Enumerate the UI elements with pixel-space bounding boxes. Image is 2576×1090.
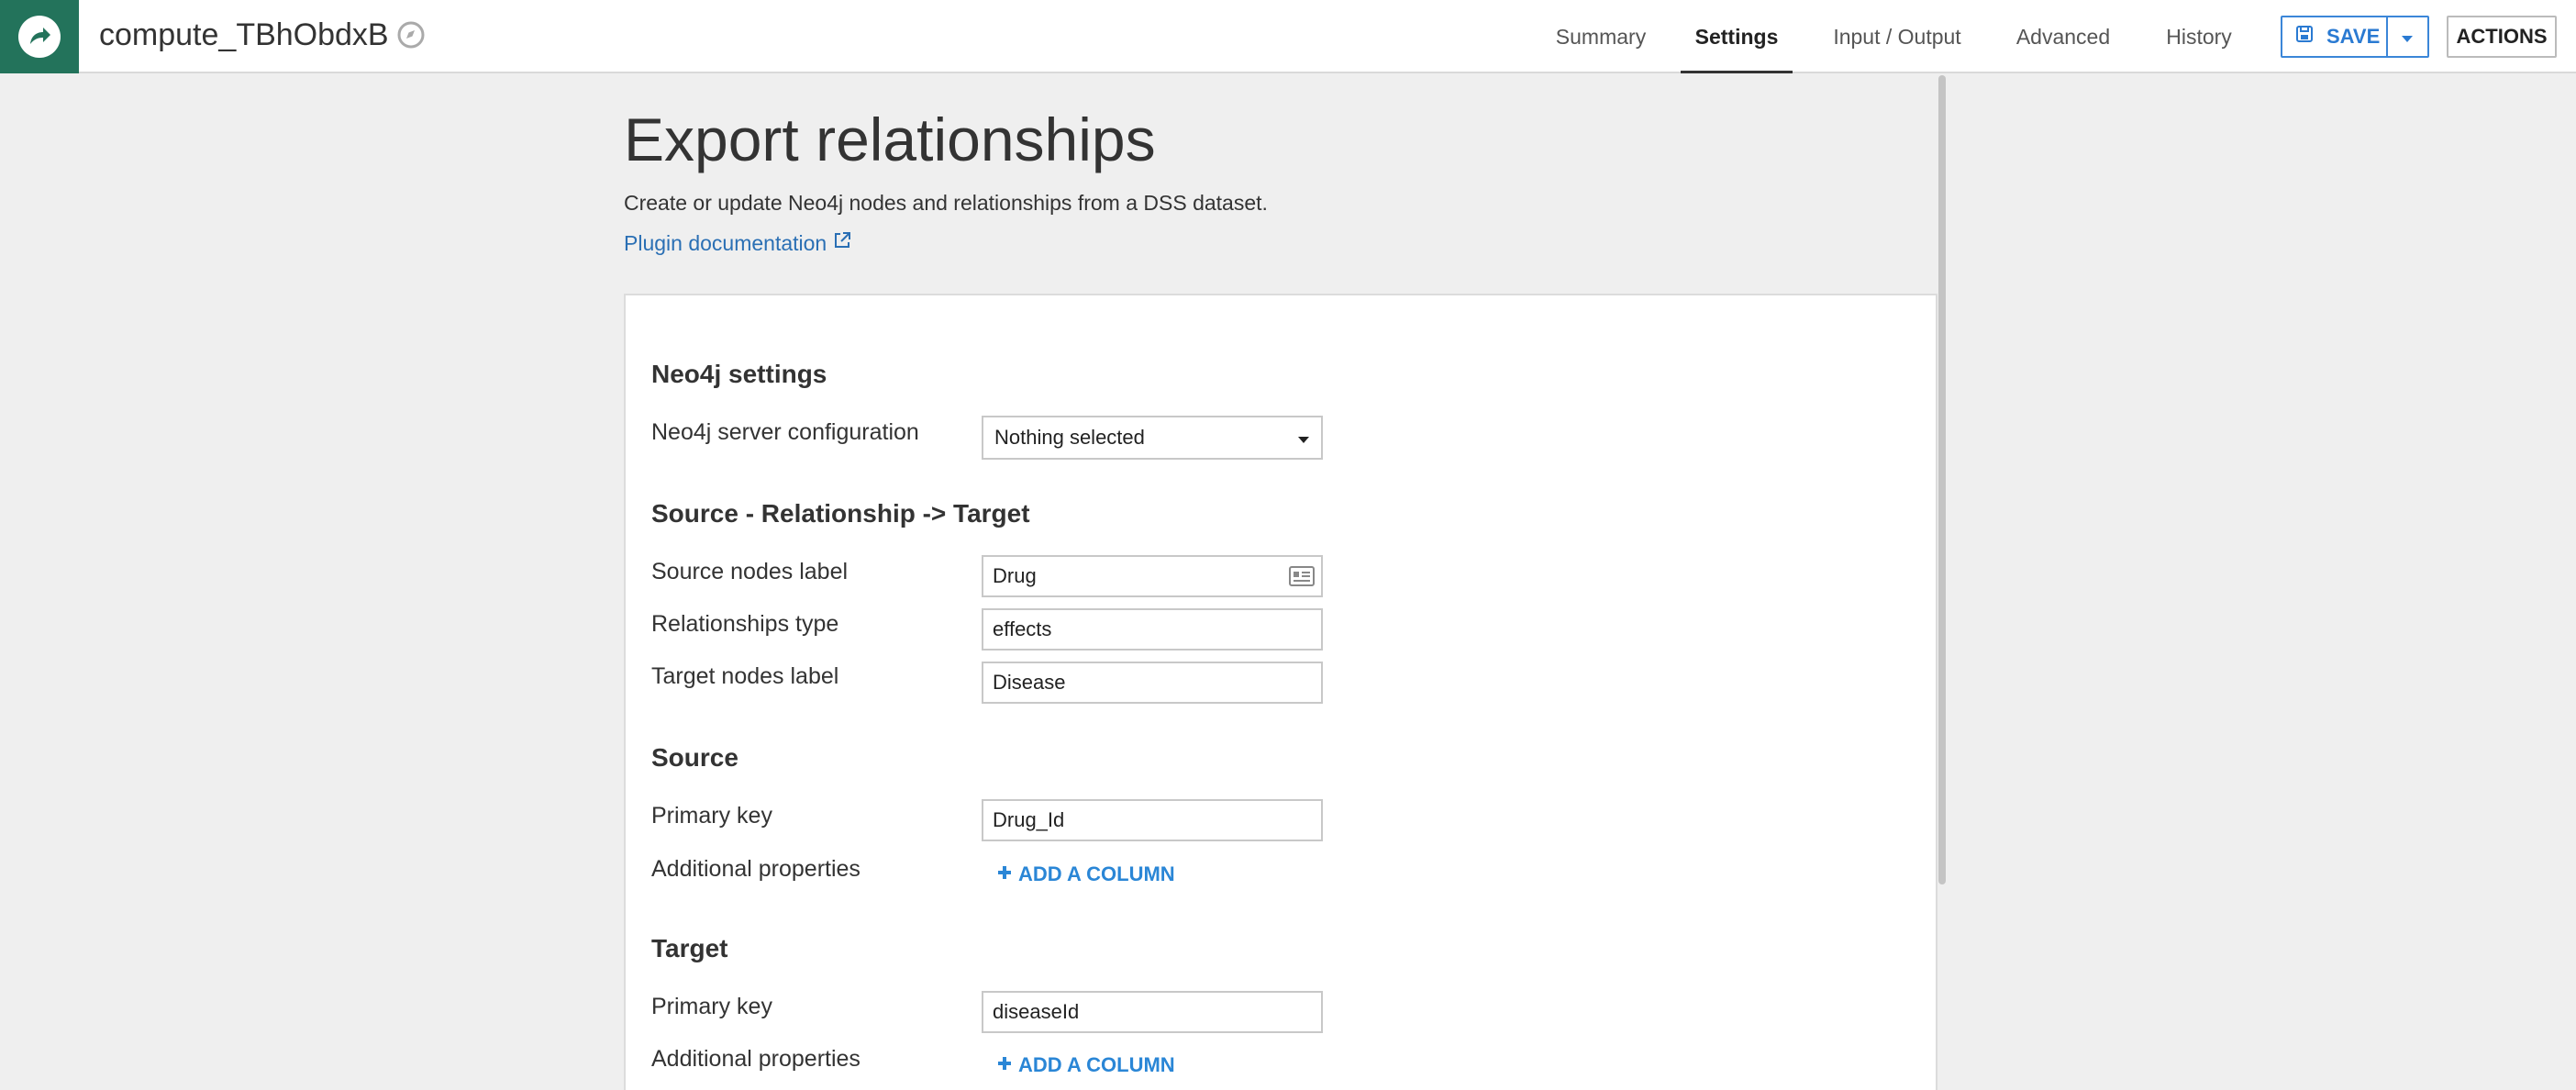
caret-down-icon	[2401, 25, 2414, 49]
section-title-relationship: Source - Relationship -> Target	[651, 499, 1030, 528]
target-primary-key-input[interactable]	[982, 991, 1323, 1033]
source-additional-properties-label: Additional properties	[651, 856, 861, 882]
section-title-neo4j: Neo4j settings	[651, 360, 827, 388]
save-label: SAVE	[2326, 25, 2381, 48]
tab-history[interactable]: History	[2158, 0, 2240, 73]
target-primary-key-label: Primary key	[651, 994, 772, 1019]
source-primary-key-input[interactable]	[982, 799, 1323, 841]
share-arrow-icon	[18, 16, 61, 58]
plus-icon	[996, 1051, 1013, 1079]
relationships-type-label: Relationships type	[651, 611, 839, 637]
actions-button[interactable]: ACTIONS	[2447, 16, 2557, 58]
plugin-documentation-link[interactable]: Plugin documentation	[624, 229, 852, 257]
target-nodes-input[interactable]	[982, 662, 1323, 704]
add-column-label: ADD A COLUMN	[1018, 1053, 1175, 1076]
contact-card-icon[interactable]	[1289, 566, 1315, 586]
source-nodes-input[interactable]	[982, 555, 1323, 597]
compass-icon[interactable]	[396, 20, 426, 50]
plus-icon	[996, 861, 1013, 888]
neo4j-server-value: Nothing selected	[994, 426, 1145, 449]
scrollbar[interactable]	[1938, 75, 1946, 884]
source-nodes-label: Source nodes label	[651, 559, 849, 584]
section-title-source: Source	[651, 743, 738, 772]
doc-link-label: Plugin documentation	[624, 231, 827, 255]
tab-input-output[interactable]: Input / Output	[1824, 0, 1971, 73]
page-title: Export relationships	[624, 106, 1156, 173]
neo4j-server-select[interactable]: Nothing selected	[982, 416, 1323, 460]
neo4j-server-label: Neo4j server configuration	[651, 419, 919, 445]
tab-advanced[interactable]: Advanced	[2009, 0, 2117, 73]
source-add-column-button[interactable]: ADD A COLUMN	[996, 861, 1175, 888]
target-nodes-label: Target nodes label	[651, 663, 839, 689]
caret-down-icon	[1297, 426, 1310, 450]
save-button[interactable]: SAVE	[2282, 17, 2386, 56]
save-dropdown-toggle[interactable]	[2385, 17, 2427, 56]
floppy-disk-icon	[2295, 25, 2314, 49]
external-link-icon	[832, 229, 852, 257]
source-primary-key-label: Primary key	[651, 803, 772, 829]
target-additional-properties-label: Additional properties	[651, 1046, 861, 1072]
target-add-column-button[interactable]: ADD A COLUMN	[996, 1051, 1175, 1079]
save-button-group: SAVE	[2281, 16, 2429, 58]
top-bar: compute_TBhObdxB Summary Settings Input …	[0, 0, 2576, 73]
page-description: Create or update Neo4j nodes and relatio…	[624, 191, 1268, 215]
relationships-type-input[interactable]	[982, 608, 1323, 651]
tab-settings[interactable]: Settings	[1681, 0, 1793, 73]
add-column-label: ADD A COLUMN	[1018, 862, 1175, 885]
recipe-name[interactable]: compute_TBhObdxB	[99, 15, 389, 55]
tab-summary[interactable]: Summary	[1550, 0, 1651, 73]
recipe-logo[interactable]	[0, 0, 79, 73]
section-title-target: Target	[651, 934, 728, 962]
